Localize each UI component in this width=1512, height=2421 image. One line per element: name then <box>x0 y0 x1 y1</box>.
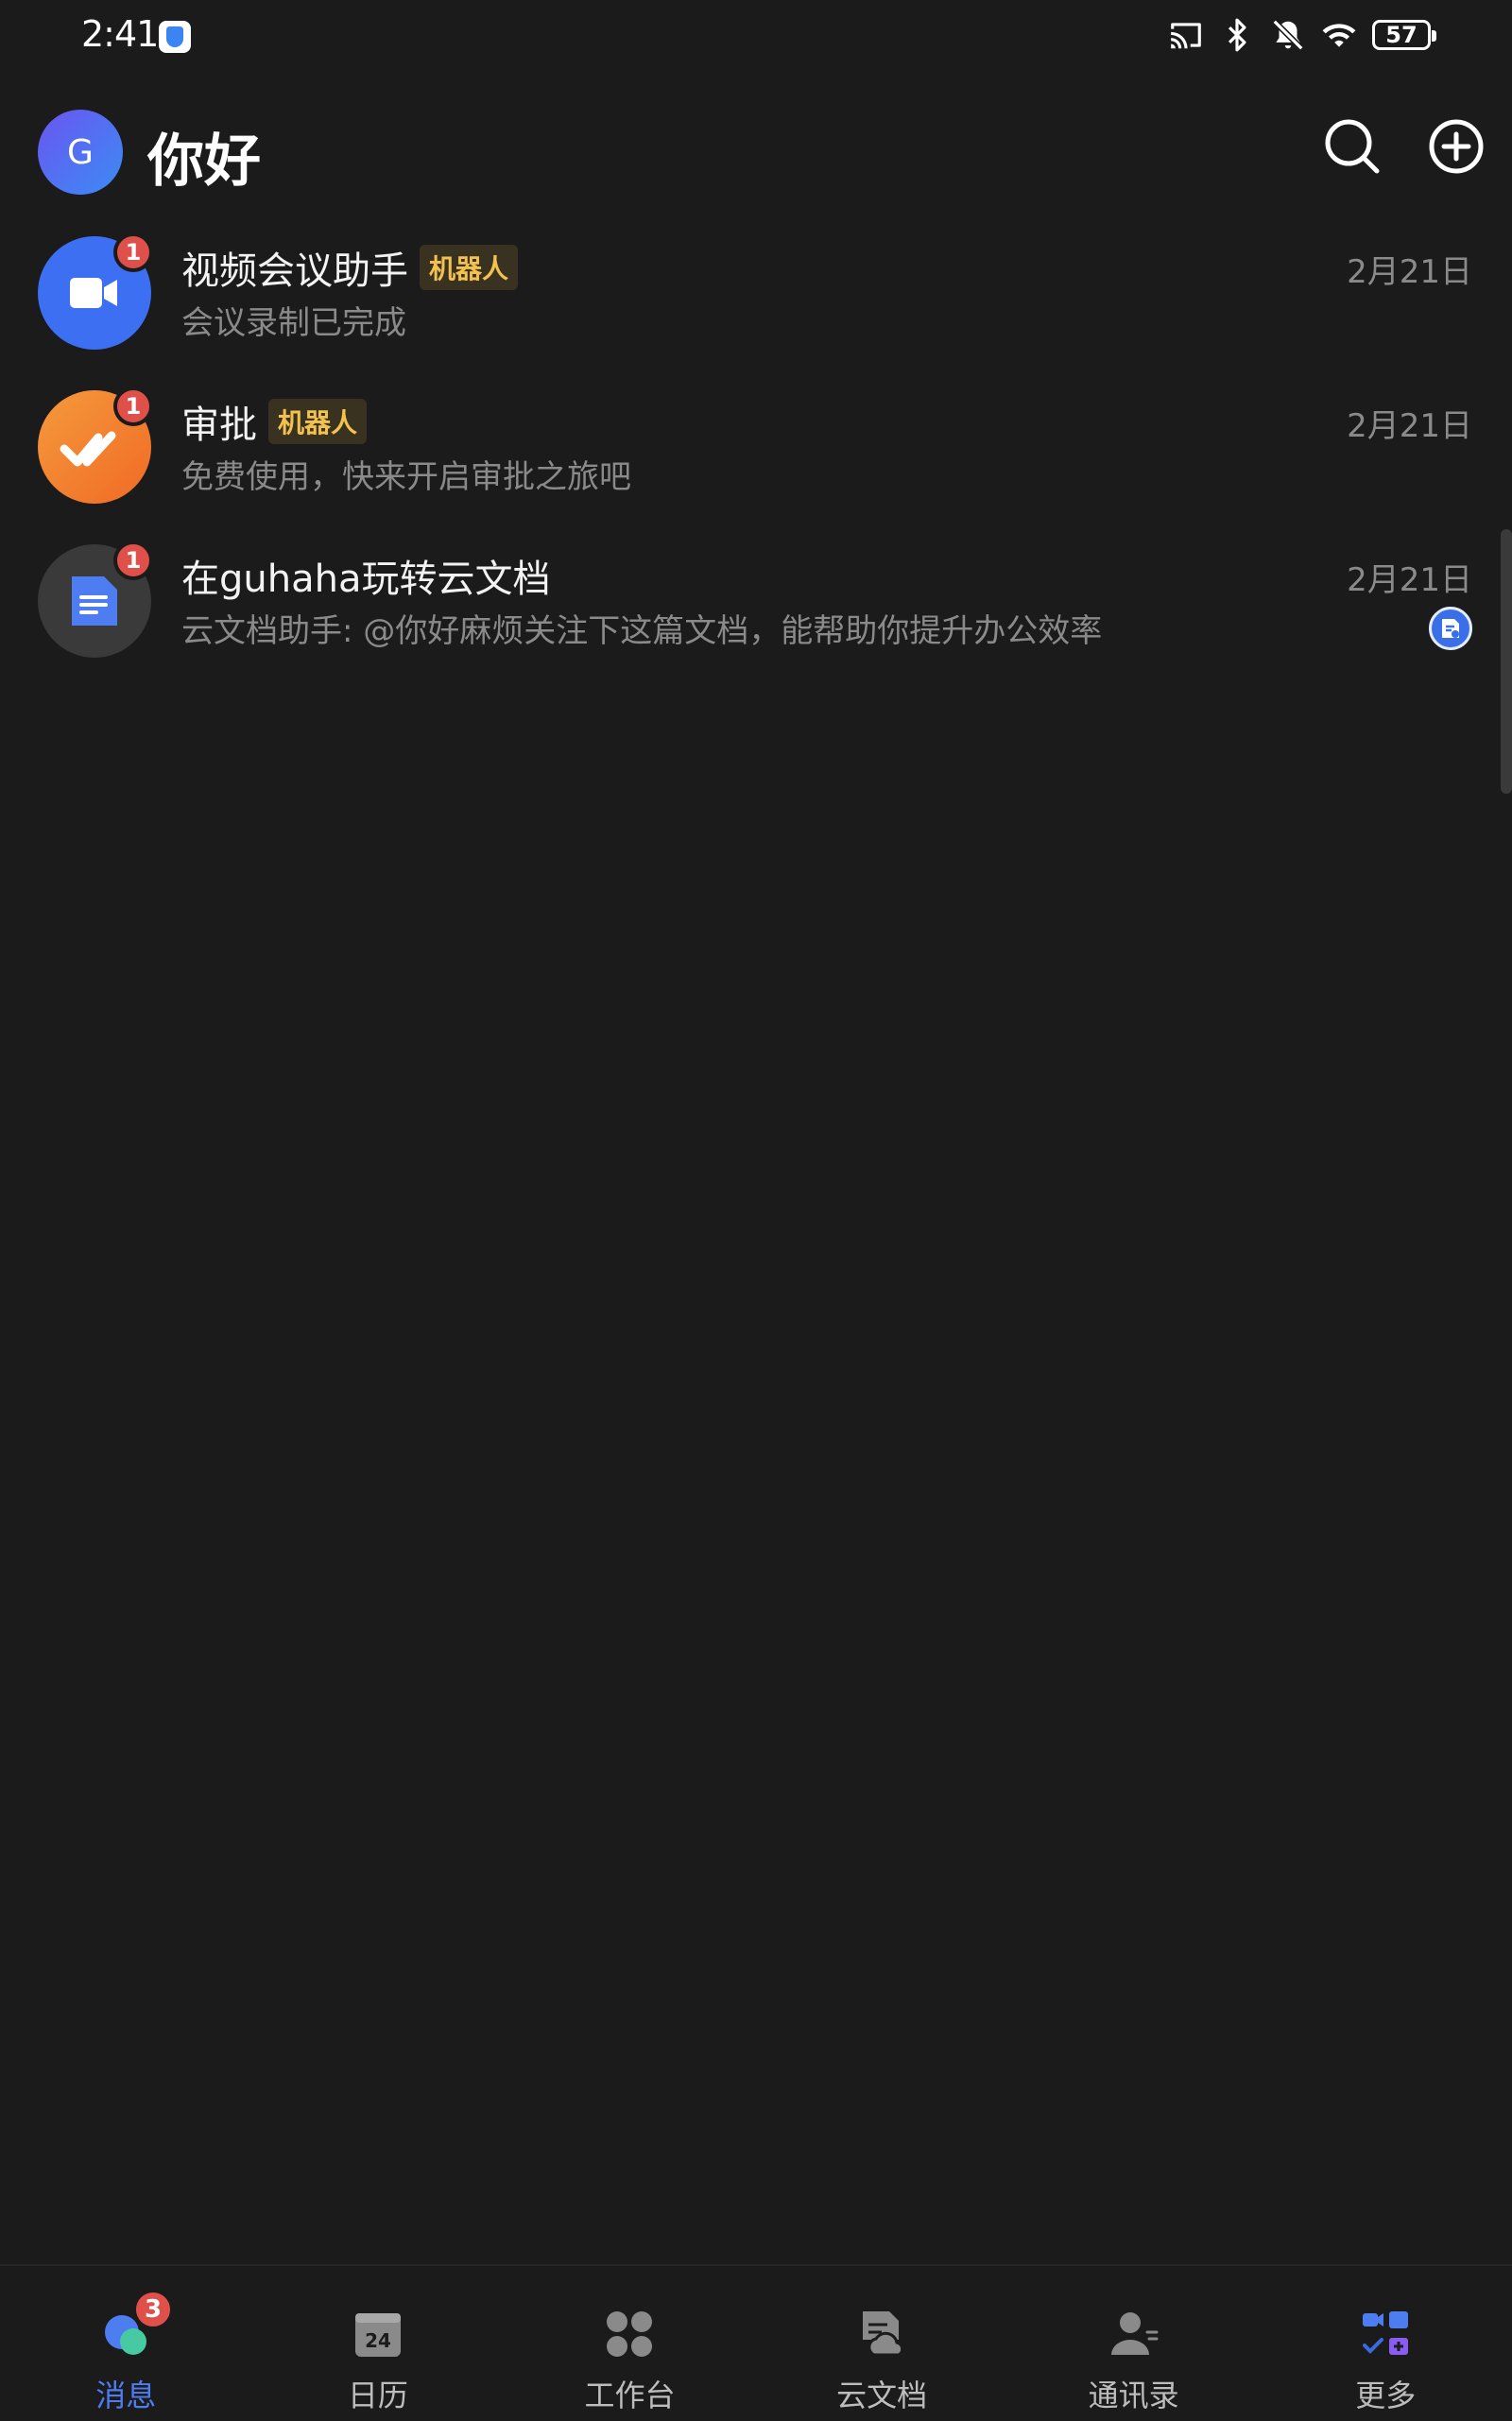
cast-icon <box>1171 23 1201 49</box>
chat-preview: 云文档助手: @你好麻烦关注下这篇文档，能帮助你提升办公效率 <box>181 612 1103 650</box>
video-camera-icon <box>70 278 117 308</box>
bottom-nav: 3 消息 24 日历 工作台 云文档 通讯录 更多 <box>0 2264 1512 2421</box>
nav-item-workbench[interactable]: 工作台 <box>504 2266 756 2421</box>
status-time: 2:41 <box>81 13 159 55</box>
status-icons: 57 <box>1168 17 1436 53</box>
nav-label: 工作台 <box>584 2378 676 2413</box>
approval-check-icon <box>60 431 116 467</box>
battery-icon: 57 <box>1372 20 1436 50</box>
nav-unread-badge: 3 <box>132 2289 174 2330</box>
nav-item-cloud-docs[interactable]: 云文档 <box>756 2266 1008 2421</box>
calendar-day: 24 <box>365 2329 391 2352</box>
nav-label: 消息 <box>95 2378 157 2413</box>
chat-item-video-meeting[interactable]: 1 视频会议助手 机器人 会议录制已完成 2月21日 <box>0 227 1512 381</box>
more-apps-icon <box>1363 2311 1409 2355</box>
unread-badge: 1 <box>113 386 153 426</box>
nav-label: 更多 <box>1355 2378 1417 2413</box>
chat-item-cloud-docs[interactable]: 1 在guhaha玩转云文档 云文档助手: @你好麻烦关注下这篇文档，能帮助你提… <box>0 535 1512 689</box>
user-avatar[interactable]: G <box>38 110 123 195</box>
bot-tag: 机器人 <box>420 245 519 290</box>
page-title: 你好 <box>147 129 261 195</box>
cloud-doc-badge-icon <box>1429 607 1472 650</box>
shield-app-icon <box>159 21 191 53</box>
chat-name: 在guhaha玩转云文档 <box>181 558 551 601</box>
chat-date: 2月21日 <box>1347 253 1472 291</box>
search-icon[interactable] <box>1319 113 1385 180</box>
chat-date: 2月21日 <box>1347 561 1472 599</box>
nav-item-contacts[interactable]: 通讯录 <box>1007 2266 1260 2421</box>
nav-item-calendar[interactable]: 24 日历 <box>252 2266 505 2421</box>
calendar-icon: 24 <box>354 2313 401 2357</box>
add-icon[interactable] <box>1423 113 1489 180</box>
document-icon <box>72 576 117 626</box>
chat-list: 1 视频会议助手 机器人 会议录制已完成 2月21日 1 审批 机器人 免费使用… <box>0 227 1512 689</box>
chat-preview: 免费使用，快来开启审批之旅吧 <box>181 458 631 496</box>
chat-name: 视频会议助手 <box>181 249 408 293</box>
nav-label: 通讯录 <box>1088 2378 1179 2413</box>
contacts-icon <box>1110 2312 1159 2355</box>
nav-item-more[interactable]: 更多 <box>1260 2266 1512 2421</box>
cloud-docs-icon <box>863 2311 904 2357</box>
status-bar: 2:41 57 <box>0 0 1512 76</box>
unread-badge: 1 <box>113 541 153 580</box>
chat-name: 审批 <box>181 404 257 447</box>
header: G 你好 <box>0 104 1512 198</box>
chat-item-approval[interactable]: 1 审批 机器人 免费使用，快来开启审批之旅吧 2月21日 <box>0 381 1512 535</box>
wifi-icon <box>1322 24 1356 47</box>
nav-label: 日历 <box>347 2378 408 2413</box>
nav-label: 云文档 <box>836 2378 928 2413</box>
avatar-letter: G <box>67 132 94 172</box>
bot-tag: 机器人 <box>268 399 368 444</box>
mute-icon <box>1272 19 1304 51</box>
nav-item-messages[interactable]: 3 消息 <box>0 2266 252 2421</box>
unread-badge: 1 <box>113 232 153 272</box>
workbench-icon <box>607 2311 653 2357</box>
battery-level: 57 <box>1385 22 1418 48</box>
chat-date: 2月21日 <box>1347 407 1472 445</box>
chat-preview: 会议录制已完成 <box>181 304 406 342</box>
scrollbar[interactable] <box>1501 529 1512 794</box>
bluetooth-icon <box>1228 18 1246 52</box>
